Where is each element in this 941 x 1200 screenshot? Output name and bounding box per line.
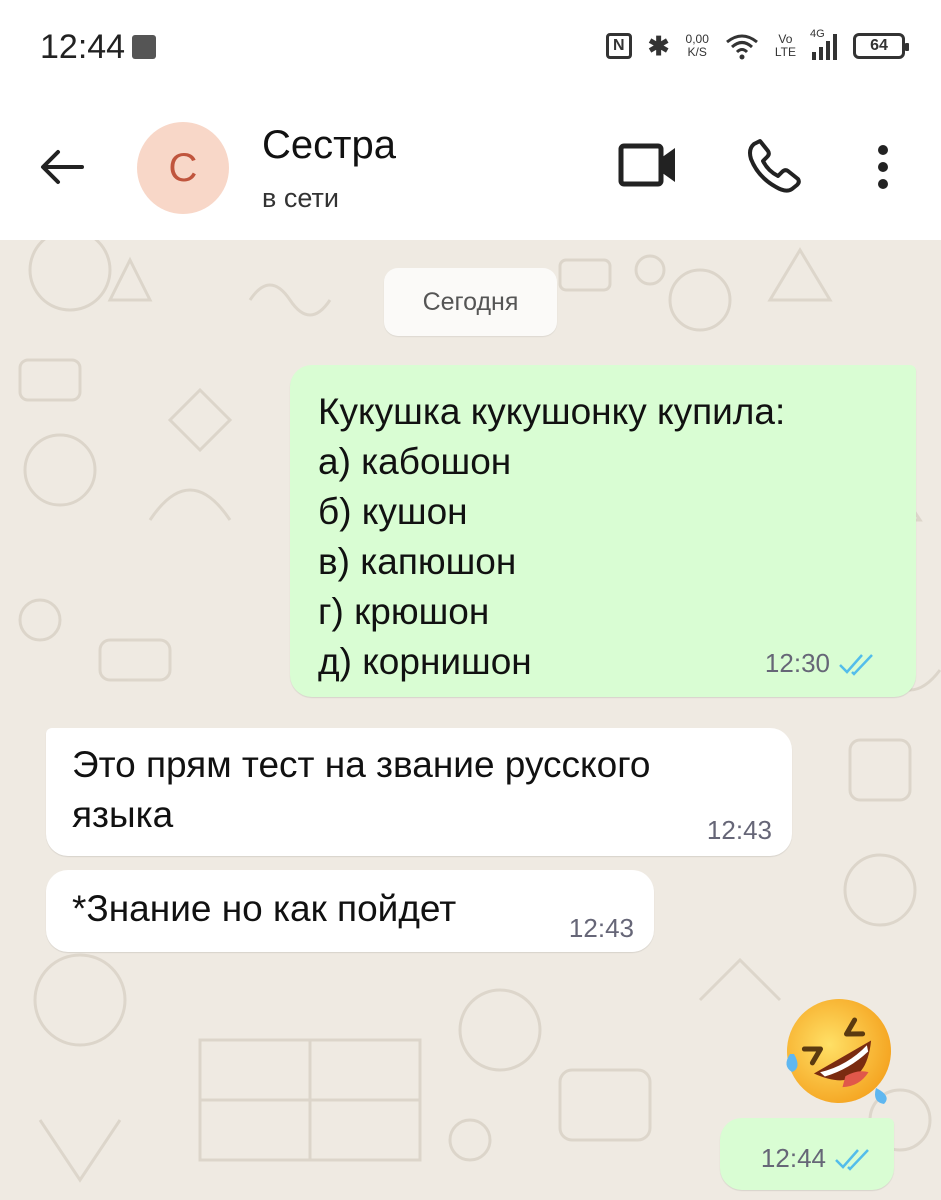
status-bar: 12:44 N ✱ 0,00 K/S Vo LTE 4G 64 [0, 0, 941, 95]
status-time: 12:44 [40, 28, 126, 66]
video-call-button[interactable] [617, 140, 683, 190]
signal-bar [833, 34, 837, 60]
signal-bar [819, 47, 823, 60]
battery-icon: 64 [853, 33, 909, 59]
message-meta: 12:44 [761, 1143, 872, 1174]
contact-status: в сети [262, 183, 339, 213]
message-time: 12:43 [568, 913, 634, 943]
double-check-icon [835, 1148, 869, 1171]
network-speed-value: 0,00 [685, 32, 709, 46]
menu-dot [878, 179, 888, 189]
signal-bar [812, 52, 816, 60]
nfc-icon: N [605, 33, 632, 59]
network-speed: 0,00 K/S [686, 33, 709, 59]
message-meta: 12:43 [569, 913, 634, 944]
back-button[interactable] [30, 135, 94, 199]
chat-header: С Сестра в сети [0, 95, 941, 240]
volte-bottom: LTE [774, 45, 796, 59]
status-icons: N ✱ 0,00 K/S Vo LTE 4G 64 [605, 28, 909, 64]
network-type: 4G [810, 28, 825, 40]
chat-area[interactable]: Сегодня Кукушка кукушонку купила: а) каб… [0, 240, 941, 1200]
message-text: *Знание но как пойдет [72, 888, 457, 929]
message-meta: 12:30 [765, 648, 876, 679]
wifi-icon [725, 34, 758, 60]
rolling-on-floor-laughing-emoji[interactable] [780, 992, 898, 1110]
message-time: 12:30 [764, 648, 830, 678]
double-check-icon [839, 653, 873, 676]
volte-icon: Vo LTE [775, 33, 796, 59]
message-meta: 12:43 [707, 815, 772, 846]
incoming-message[interactable]: *Знание но как пойдет 12:43 [46, 870, 654, 952]
volte-top: Vo [778, 32, 793, 46]
network-speed-unit: K/S [687, 45, 707, 59]
outgoing-message[interactable]: Кукушка кукушонку купила: а) кабошон б) … [290, 365, 916, 697]
message-text: Кукушка кукушонку купила: а) кабошон б) … [318, 391, 786, 682]
menu-dot [878, 162, 888, 172]
date-separator: Сегодня [384, 268, 557, 336]
message-time: 12:44 [760, 1143, 826, 1173]
outgoing-message[interactable]: 12:44 [720, 1118, 894, 1190]
more-options-button[interactable] [860, 139, 906, 195]
notification-icon [132, 35, 156, 59]
signal-icon: 4G [810, 28, 837, 60]
contact-name[interactable]: Сестра [262, 123, 396, 168]
menu-dot [878, 145, 888, 155]
avatar[interactable]: С [137, 122, 229, 214]
bluetooth-icon: ✱ [647, 30, 670, 61]
message-text: Это прям тест на звание русского языка [72, 744, 651, 835]
signal-bar [826, 41, 830, 60]
back-arrow-icon [41, 150, 84, 184]
incoming-message[interactable]: Это прям тест на звание русского языка 1… [46, 728, 792, 856]
voice-call-button[interactable] [746, 137, 802, 193]
message-time: 12:43 [706, 815, 772, 845]
